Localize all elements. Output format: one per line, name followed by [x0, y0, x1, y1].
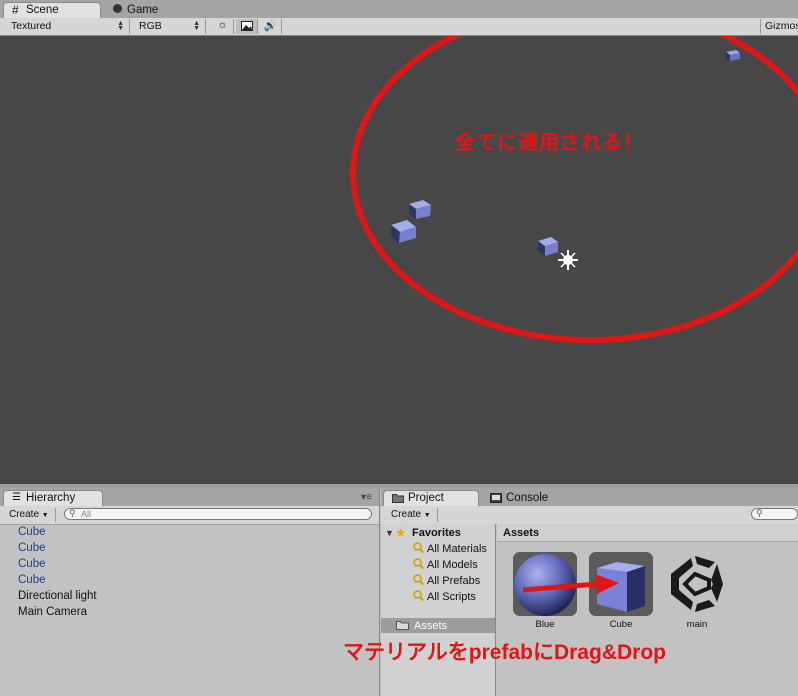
- favorite-all-materials[interactable]: All Materials: [413, 542, 487, 555]
- annotation-ellipse: [350, 36, 798, 343]
- hierarchy-create-button[interactable]: Create ▼: [3, 508, 56, 522]
- speaker-icon: 🔊: [263, 20, 278, 32]
- grid-icon: #: [12, 3, 19, 17]
- favorite-label: All Scripts: [427, 591, 476, 603]
- favorite-label: All Materials: [427, 543, 487, 555]
- project-toolbar: Create ▼ ⚲: [381, 506, 798, 525]
- drag-arrow-icon: [522, 574, 619, 594]
- project-search-input[interactable]: ⚲: [751, 508, 798, 520]
- image-icon: [240, 21, 253, 31]
- scene-tab-strip: # Scene Game: [0, 0, 798, 19]
- scene-toolbar: Textured ▲ ▼ RGB ▲ ▼ ☼ 🔊 Gizmos: [0, 18, 798, 36]
- assets-folder-label: Assets: [414, 620, 448, 632]
- tab-console-label: Console: [506, 492, 549, 504]
- pacman-icon: [113, 4, 122, 13]
- search-filter-icon: [413, 590, 424, 601]
- tab-project[interactable]: Project: [383, 490, 479, 506]
- project-tab-strip: Project Console: [381, 488, 798, 507]
- hierarchy-item-cube[interactable]: Cube: [18, 558, 46, 570]
- favorites-label[interactable]: Favorites: [412, 527, 461, 539]
- cube-object[interactable]: [409, 200, 431, 219]
- hierarchy-item-cube[interactable]: Cube: [18, 574, 46, 586]
- assets-folder-item[interactable]: Assets: [381, 618, 495, 633]
- favorite-all-prefabs[interactable]: All Prefabs: [413, 574, 481, 587]
- folder-icon: [396, 621, 409, 630]
- console-icon: [490, 493, 502, 503]
- light-gizmo-icon[interactable]: [558, 250, 578, 270]
- favorite-label: All Prefabs: [427, 575, 481, 587]
- favorite-all-models[interactable]: All Models: [413, 558, 478, 571]
- render-mode-value: Textured: [11, 20, 52, 32]
- lighting-toggle[interactable]: ☼: [212, 19, 234, 34]
- render-mode-dropdown[interactable]: Textured ▲ ▼: [6, 19, 130, 34]
- updown-arrow-icon: ▲ ▼: [117, 20, 124, 32]
- scene-canvas: [350, 36, 798, 343]
- tab-console[interactable]: Console: [481, 490, 571, 506]
- tab-hierarchy[interactable]: ☰ Hierarchy: [3, 490, 103, 506]
- color-mode-dropdown[interactable]: RGB ▲ ▼: [134, 19, 206, 34]
- tutorial-caption: マテリアルをprefabにDrag&Drop: [343, 641, 666, 664]
- cube-object[interactable]: [726, 50, 740, 61]
- audio-toggle[interactable]: 🔊: [260, 19, 282, 34]
- search-filter-icon: [413, 542, 424, 553]
- favorite-all-scripts[interactable]: All Scripts: [413, 590, 476, 603]
- project-create-button[interactable]: Create ▼: [385, 508, 438, 522]
- cube-object[interactable]: [391, 220, 416, 243]
- scene-view[interactable]: [0, 36, 798, 484]
- gizmos-dropdown[interactable]: Gizmos: [760, 19, 798, 34]
- create-label: Create: [391, 509, 422, 520]
- tab-scene[interactable]: # Scene: [3, 2, 101, 18]
- tab-hierarchy-label: Hierarchy: [26, 492, 76, 504]
- search-filter-icon: [413, 574, 424, 585]
- updown-arrow-icon: ▲ ▼: [193, 20, 200, 32]
- list-icon: ☰: [12, 492, 21, 503]
- expand-arrow-icon[interactable]: ▼: [385, 528, 394, 538]
- hierarchy-search-input[interactable]: ⚲ All: [64, 508, 372, 520]
- assets-grid: Blue Cube main: [497, 543, 798, 696]
- scene-annotation-text: 全てに適用される！: [455, 132, 644, 154]
- search-placeholder: All: [81, 509, 92, 519]
- hierarchy-item-main-camera[interactable]: Main Camera: [18, 606, 87, 618]
- tab-game-label: Game: [127, 4, 159, 16]
- create-label: Create: [9, 509, 40, 520]
- star-icon: ★: [395, 525, 407, 540]
- tab-game[interactable]: Game: [104, 2, 184, 18]
- project-sidebar: ▼ ★ Favorites All Materials All Models A…: [381, 524, 496, 696]
- hierarchy-item-cube[interactable]: Cube: [18, 526, 46, 538]
- dropdown-arrow-icon: ▼: [41, 512, 49, 519]
- panel-menu-icon[interactable]: ▾≡: [361, 492, 372, 503]
- color-mode-value: RGB: [139, 20, 162, 32]
- dropdown-arrow-icon: ▼: [423, 512, 431, 519]
- hierarchy-tab-strip: ☰ Hierarchy ▾≡: [0, 488, 379, 507]
- hierarchy-item-cube[interactable]: Cube: [18, 542, 46, 554]
- hierarchy-panel: ☰ Hierarchy ▾≡ Create ▼ ⚲ All Cube Cube …: [0, 488, 380, 696]
- folder-icon: [392, 494, 404, 503]
- cube-object[interactable]: [538, 237, 558, 256]
- hierarchy-toolbar: Create ▼ ⚲ All: [0, 506, 379, 525]
- tab-project-label: Project: [408, 492, 444, 504]
- tab-scene-label: Scene: [26, 4, 59, 16]
- assets-breadcrumb: Assets: [497, 524, 798, 542]
- gizmos-label: Gizmos: [765, 20, 798, 32]
- scene-fx-toggle[interactable]: [236, 19, 258, 34]
- hierarchy-item-directional-light[interactable]: Directional light: [18, 590, 97, 602]
- search-filter-icon: [413, 558, 424, 569]
- favorite-label: All Models: [427, 559, 478, 571]
- sun-icon: ☼: [217, 19, 228, 31]
- search-icon: ⚲: [69, 508, 76, 518]
- search-icon: ⚲: [756, 508, 763, 518]
